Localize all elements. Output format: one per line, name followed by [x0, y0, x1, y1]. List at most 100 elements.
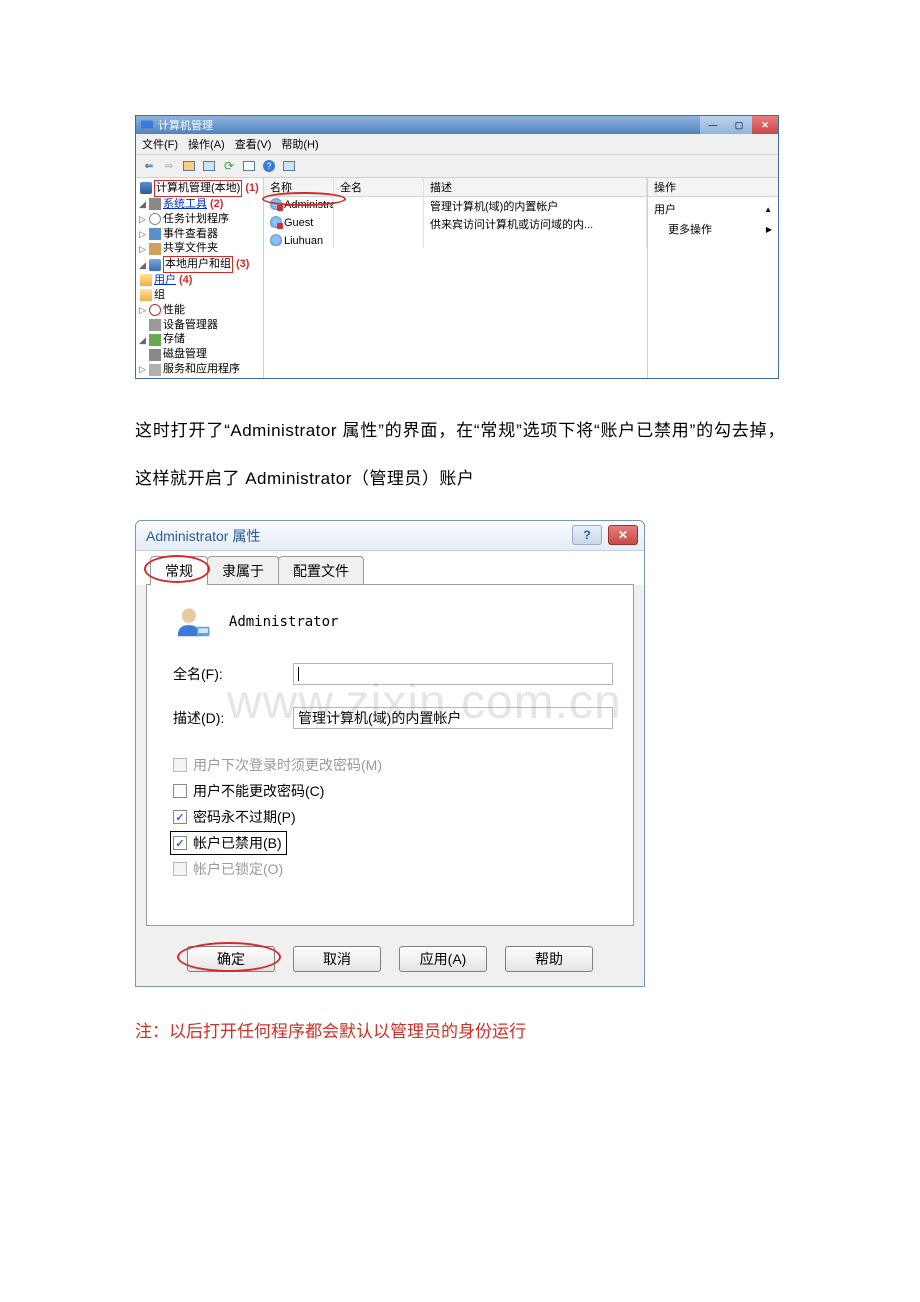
- checkbox-icon: [173, 810, 187, 824]
- dialog-title: Administrator 属性: [146, 526, 260, 546]
- minimize-button[interactable]: —: [700, 116, 726, 134]
- export-button[interactable]: [240, 157, 258, 175]
- folder-icon: [140, 289, 152, 301]
- check-locked: 帐户已锁定(O): [173, 859, 613, 879]
- dialog-titlebar: Administrator 属性: [136, 521, 644, 551]
- tree-task-scheduler[interactable]: ▷ 任务计划程序: [136, 212, 263, 227]
- user-icon: [270, 198, 282, 210]
- help-button[interactable]: ?: [260, 157, 278, 175]
- tree-root[interactable]: 计算机管理(本地) (1): [136, 180, 263, 197]
- fullname-input[interactable]: [293, 663, 613, 685]
- device-icon: [149, 319, 161, 331]
- tree-services[interactable]: ▷ 服务和应用程序: [136, 362, 263, 377]
- tools-icon: [149, 198, 161, 210]
- col-name[interactable]: 名称: [264, 178, 334, 196]
- user-list: 名称 全名 描述 Administrat... 管理计算机(域)的内置帐户 Gu…: [264, 178, 648, 378]
- fullname-label: 全名(F):: [173, 664, 293, 684]
- collapse-icon[interactable]: ◢: [138, 198, 147, 210]
- checkbox-icon: [173, 784, 187, 798]
- tree-device-manager[interactable]: 设备管理器: [136, 318, 263, 333]
- menu-action[interactable]: 操作(A): [188, 136, 225, 152]
- expand-icon[interactable]: ▷: [138, 363, 147, 375]
- services-icon: [149, 364, 161, 376]
- list-header: 名称 全名 描述: [264, 178, 647, 197]
- app-icon: [140, 118, 154, 132]
- checkbox-icon: [173, 836, 187, 850]
- props-button[interactable]: [200, 157, 218, 175]
- list-row[interactable]: Guest 供来宾访问计算机或访问域的内...: [264, 215, 647, 233]
- checkbox-icon: [173, 862, 187, 876]
- checkbox-icon: [173, 758, 187, 772]
- share-icon: [149, 243, 161, 255]
- col-fullname[interactable]: 全名: [334, 178, 424, 196]
- up-button[interactable]: [180, 157, 198, 175]
- tree-panel: 计算机管理(本地) (1) ◢ 系统工具 (2) ▷ 任务计划程序 ▷: [136, 178, 264, 378]
- window-title: 计算机管理: [158, 117, 213, 133]
- collapse-icon: ▲: [764, 205, 772, 214]
- check-account-disabled[interactable]: 帐户已禁用(B): [173, 833, 282, 853]
- list-row[interactable]: Administrat... 管理计算机(域)的内置帐户: [264, 197, 647, 215]
- tool-button[interactable]: [280, 157, 298, 175]
- user-avatar-icon: [173, 603, 211, 641]
- tree-users[interactable]: 用户 (4): [136, 273, 263, 288]
- back-button[interactable]: ⇐: [140, 157, 158, 175]
- menu-file[interactable]: 文件(F): [142, 136, 178, 152]
- users-group-icon: [149, 259, 161, 271]
- actions-header: 操作: [648, 178, 778, 197]
- expand-icon[interactable]: ▷: [138, 243, 147, 255]
- maximize-button[interactable]: ▢: [726, 116, 752, 134]
- expand-icon[interactable]: ▷: [138, 304, 147, 316]
- help-button[interactable]: ?: [572, 525, 602, 545]
- help-button[interactable]: 帮助: [505, 946, 593, 972]
- scheduler-icon: [149, 213, 161, 225]
- collapse-icon[interactable]: ◢: [138, 259, 147, 271]
- refresh-button[interactable]: ⟳: [220, 157, 238, 175]
- note-text: 注：以后打开任何程序都会默认以管理员的身份运行: [135, 1017, 785, 1042]
- computer-icon: [140, 182, 152, 194]
- account-name: Administrator: [229, 614, 339, 630]
- actions-panel: 操作 用户 ▲ 更多操作 ▶: [648, 178, 778, 378]
- user-icon: [270, 216, 282, 228]
- cancel-button[interactable]: 取消: [293, 946, 381, 972]
- menubar: 文件(F) 操作(A) 查看(V) 帮助(H): [136, 134, 778, 155]
- menu-view[interactable]: 查看(V): [235, 136, 272, 152]
- dialog-content: Administrator 全名(F): 描述(D): 管理计算机(域)的内置帐…: [146, 585, 634, 926]
- tree-performance[interactable]: ▷ 性能: [136, 303, 263, 318]
- close-button[interactable]: ✕: [752, 116, 778, 134]
- check-must-change: 用户下次登录时须更改密码(M): [173, 755, 613, 775]
- folder-icon: [140, 274, 152, 286]
- check-never-expire[interactable]: 密码永不过期(P): [173, 807, 613, 827]
- apply-button[interactable]: 应用(A): [399, 946, 487, 972]
- collapse-icon[interactable]: ◢: [138, 334, 147, 346]
- ok-button[interactable]: 确定: [187, 946, 275, 972]
- performance-icon: [149, 304, 161, 316]
- tree-storage[interactable]: ◢ 存储: [136, 332, 263, 347]
- tab-profile[interactable]: 配置文件: [278, 556, 364, 585]
- dialog-buttons: 确定 取消 应用(A) 帮助: [136, 936, 644, 986]
- forward-button[interactable]: ⇒: [160, 157, 178, 175]
- toolbar: ⇐ ⇒ ⟳ ?: [136, 155, 778, 178]
- tree-groups[interactable]: 组: [136, 288, 263, 303]
- check-cannot-change[interactable]: 用户不能更改密码(C): [173, 781, 613, 801]
- tab-general[interactable]: 常规: [150, 556, 208, 585]
- disk-icon: [149, 349, 161, 361]
- tree-disk-management[interactable]: 磁盘管理: [136, 347, 263, 362]
- menu-help[interactable]: 帮助(H): [281, 136, 318, 152]
- tab-strip: 常规 隶属于 配置文件: [136, 551, 644, 585]
- tree-event-viewer[interactable]: ▷ 事件查看器: [136, 227, 263, 242]
- action-more[interactable]: 更多操作 ▶: [654, 219, 772, 239]
- submenu-icon: ▶: [766, 225, 772, 234]
- event-icon: [149, 228, 161, 240]
- expand-icon[interactable]: ▷: [138, 228, 147, 240]
- expand-icon[interactable]: ▷: [138, 213, 147, 225]
- actions-section[interactable]: 用户 ▲: [654, 199, 772, 219]
- tree-system-tools[interactable]: ◢ 系统工具 (2): [136, 197, 263, 212]
- list-row[interactable]: Liuhuan: [264, 233, 647, 248]
- description-input[interactable]: 管理计算机(域)的内置帐户: [293, 707, 613, 729]
- tab-member[interactable]: 隶属于: [207, 556, 279, 585]
- titlebar: 计算机管理 — ▢ ✕: [136, 116, 778, 134]
- tree-shared-folders[interactable]: ▷ 共享文件夹: [136, 241, 263, 256]
- tree-local-users[interactable]: ◢ 本地用户和组 (3): [136, 256, 263, 273]
- close-button[interactable]: ✕: [608, 525, 638, 545]
- col-desc[interactable]: 描述: [424, 178, 647, 196]
